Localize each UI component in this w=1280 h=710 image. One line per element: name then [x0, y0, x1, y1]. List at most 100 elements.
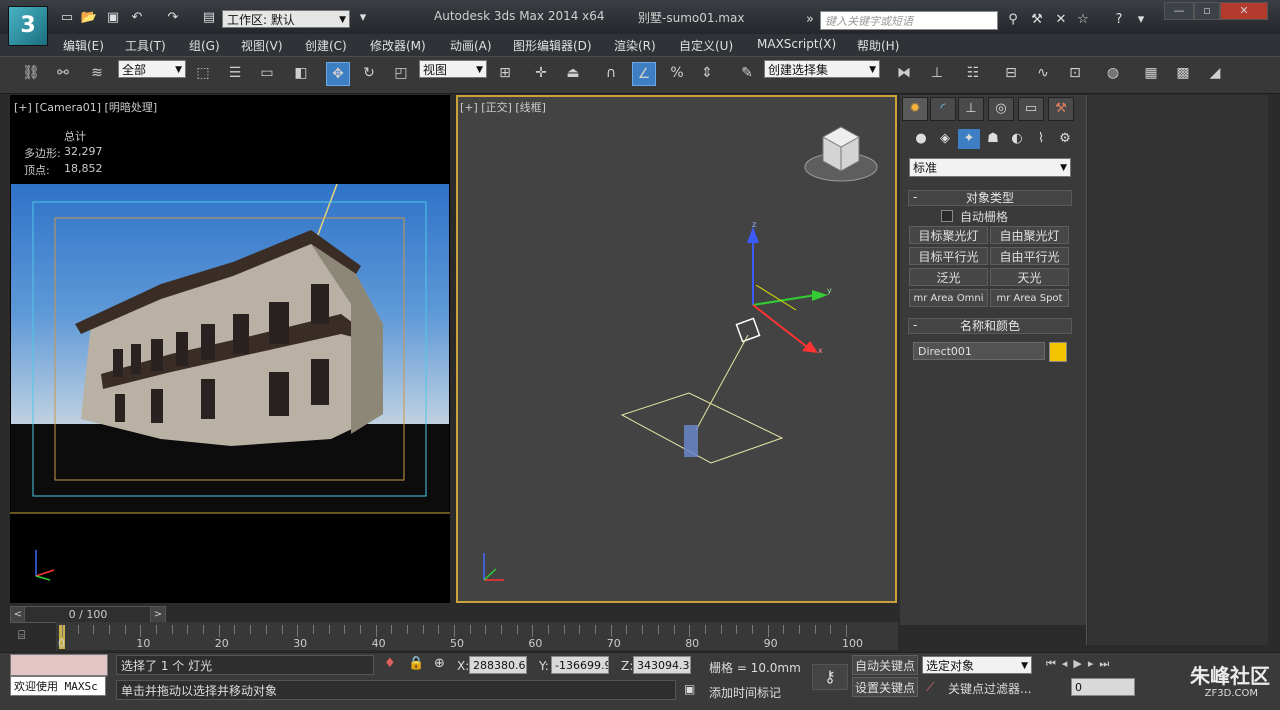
y-coordinate-input[interactable]: -136699.9: [551, 656, 609, 674]
close-button[interactable]: ✕: [1220, 2, 1268, 20]
free-spot-button[interactable]: 自由聚光灯: [990, 226, 1069, 244]
search-input[interactable]: 键入关键字或短语: [820, 11, 998, 30]
object-color-swatch[interactable]: [1049, 342, 1067, 362]
help-dropdown-icon[interactable]: ▾: [1132, 11, 1150, 29]
menu-edit[interactable]: 编辑(E): [63, 37, 104, 54]
unlink-icon[interactable]: ⚯: [52, 62, 74, 84]
time-tag-icon[interactable]: ▣: [684, 682, 695, 696]
menu-graph-editors[interactable]: 图形编辑器(D): [513, 37, 592, 54]
communication-icon[interactable]: ✕: [1052, 11, 1070, 29]
material-editor-icon[interactable]: ◍: [1102, 62, 1124, 84]
isolate-selection-icon[interactable]: ♦: [384, 656, 396, 671]
light-category-dropdown[interactable]: 标准 ▼: [909, 158, 1071, 177]
menu-create[interactable]: 创建(C): [305, 37, 347, 54]
menu-rendering[interactable]: 渲染(R): [614, 37, 656, 54]
panel-divider[interactable]: [1086, 95, 1087, 645]
add-time-tag-button[interactable]: 添加时间标记: [709, 684, 781, 701]
undo-icon[interactable]: ↶: [128, 9, 146, 27]
workspace-dropdown[interactable]: 工作区: 默认 ▼: [222, 10, 350, 28]
mr-area-spot-button[interactable]: mr Area Spot: [990, 289, 1069, 307]
scene-explorer-icon[interactable]: ⊟: [1000, 62, 1022, 84]
target-direct-button[interactable]: 目标平行光: [909, 247, 988, 265]
quick-access-menu-icon[interactable]: ▾: [354, 9, 372, 27]
subscription-icon[interactable]: ⚒: [1028, 11, 1046, 29]
named-selection-dropdown[interactable]: 创建选择集 ▼: [764, 60, 880, 78]
z-coordinate-input[interactable]: 343094.34: [633, 656, 691, 674]
pivot-center-icon[interactable]: ⊞: [494, 62, 516, 84]
set-key-mode-icon[interactable]: ⚷: [812, 664, 848, 690]
schematic-view-icon[interactable]: ⊡: [1064, 62, 1086, 84]
select-manipulate-icon[interactable]: ✛: [530, 62, 552, 84]
select-and-scale-icon[interactable]: ◰: [390, 62, 412, 84]
project-folder-icon[interactable]: ▤: [200, 9, 218, 27]
layer-manager-icon[interactable]: ☷: [962, 62, 984, 84]
select-by-name-icon[interactable]: ☰: [224, 62, 246, 84]
lights-icon[interactable]: ✦: [958, 129, 980, 149]
transform-mode-icon[interactable]: ⊕: [434, 656, 445, 671]
maxscript-listener-input[interactable]: 欢迎使用 MAXSc: [10, 676, 106, 696]
geometry-icon[interactable]: ●: [910, 129, 932, 149]
display-tab-icon[interactable]: ▭: [1018, 97, 1044, 121]
save-file-icon[interactable]: ▣: [104, 9, 122, 27]
help-icon[interactable]: ?: [1110, 11, 1128, 29]
app-logo-icon[interactable]: 3: [8, 6, 48, 46]
mirror-icon[interactable]: ⧓: [893, 62, 915, 84]
object-name-input[interactable]: Direct001: [913, 342, 1045, 360]
maximize-button[interactable]: ▫: [1194, 2, 1220, 20]
menu-views[interactable]: 视图(V): [241, 37, 283, 54]
time-next-icon[interactable]: >: [150, 606, 166, 623]
object-type-rollout[interactable]: - 对象类型: [908, 190, 1072, 206]
align-icon[interactable]: ⊥: [926, 62, 948, 84]
menu-animation[interactable]: 动画(A): [450, 37, 492, 54]
create-tab-icon[interactable]: ✹: [902, 97, 928, 121]
percent-snap-icon[interactable]: %: [666, 62, 688, 84]
menu-maxscript[interactable]: MAXScript(X): [757, 37, 836, 51]
render-production-icon[interactable]: ◢: [1204, 62, 1226, 84]
key-selection-dropdown[interactable]: 选定对象 ▼: [922, 656, 1032, 674]
reference-coord-dropdown[interactable]: 视图 ▼: [419, 60, 487, 78]
snaps-toggle-icon[interactable]: ∩: [600, 62, 622, 84]
name-color-rollout[interactable]: - 名称和颜色: [908, 318, 1072, 334]
spinner-snap-icon[interactable]: ⇕: [696, 62, 718, 84]
open-file-icon[interactable]: 📂: [80, 9, 98, 27]
render-setup-icon[interactable]: ▦: [1140, 62, 1162, 84]
rect-selection-icon[interactable]: ▭: [256, 62, 278, 84]
redo-icon[interactable]: ↷: [164, 9, 182, 27]
spacewarps-icon[interactable]: ⌇: [1030, 129, 1052, 149]
angle-snap-icon[interactable]: ∠: [632, 62, 656, 86]
select-and-rotate-icon[interactable]: ↻: [358, 62, 380, 84]
omni-button[interactable]: 泛光: [909, 268, 988, 286]
edit-named-selection-icon[interactable]: ✎: [736, 62, 758, 84]
curve-editor-icon[interactable]: ∿: [1032, 62, 1054, 84]
selection-lock-icon[interactable]: 🔒: [408, 656, 424, 671]
helpers-icon[interactable]: ◐: [1006, 129, 1028, 149]
camera-viewport-label[interactable]: [+] [Camera01] [明暗处理]: [14, 99, 157, 115]
set-key-button[interactable]: 设置关键点: [852, 677, 918, 697]
track-bar-toggle-icon[interactable]: ⌸: [18, 628, 25, 643]
search-expand-icon[interactable]: »: [801, 11, 819, 29]
selection-filter-dropdown[interactable]: 全部 ▼: [118, 60, 186, 78]
minimize-button[interactable]: —: [1164, 2, 1194, 20]
current-frame-input[interactable]: 0: [1071, 678, 1135, 696]
window-crossing-icon[interactable]: ◧: [290, 62, 312, 84]
select-object-icon[interactable]: ⬚: [192, 62, 214, 84]
skylight-button[interactable]: 天光: [990, 268, 1069, 286]
hierarchy-tab-icon[interactable]: ⊥: [958, 97, 984, 121]
shapes-icon[interactable]: ◈: [934, 129, 956, 149]
systems-icon[interactable]: ⚙: [1054, 129, 1076, 149]
link-icon[interactable]: ⛓: [20, 62, 42, 84]
favorites-star-icon[interactable]: ☆: [1074, 11, 1092, 29]
auto-key-button[interactable]: 自动关键点: [852, 655, 918, 675]
playback-controls-icon[interactable]: ⏮◂▶▸⏭: [1046, 657, 1115, 671]
autogrid-checkbox[interactable]: [941, 210, 953, 222]
menu-customize[interactable]: 自定义(U): [679, 37, 733, 54]
menu-tools[interactable]: 工具(T): [125, 37, 166, 54]
menu-help[interactable]: 帮助(H): [857, 37, 899, 54]
motion-tab-icon[interactable]: ◎: [988, 97, 1014, 121]
maxscript-listener-top[interactable]: [10, 654, 108, 676]
x-coordinate-input[interactable]: 288380.68: [469, 656, 527, 674]
menu-modifiers[interactable]: 修改器(M): [370, 37, 426, 54]
time-slider[interactable]: 0 / 100: [24, 606, 152, 623]
cameras-icon[interactable]: ☗: [982, 129, 1004, 149]
binoculars-icon[interactable]: ⚲: [1004, 11, 1022, 29]
